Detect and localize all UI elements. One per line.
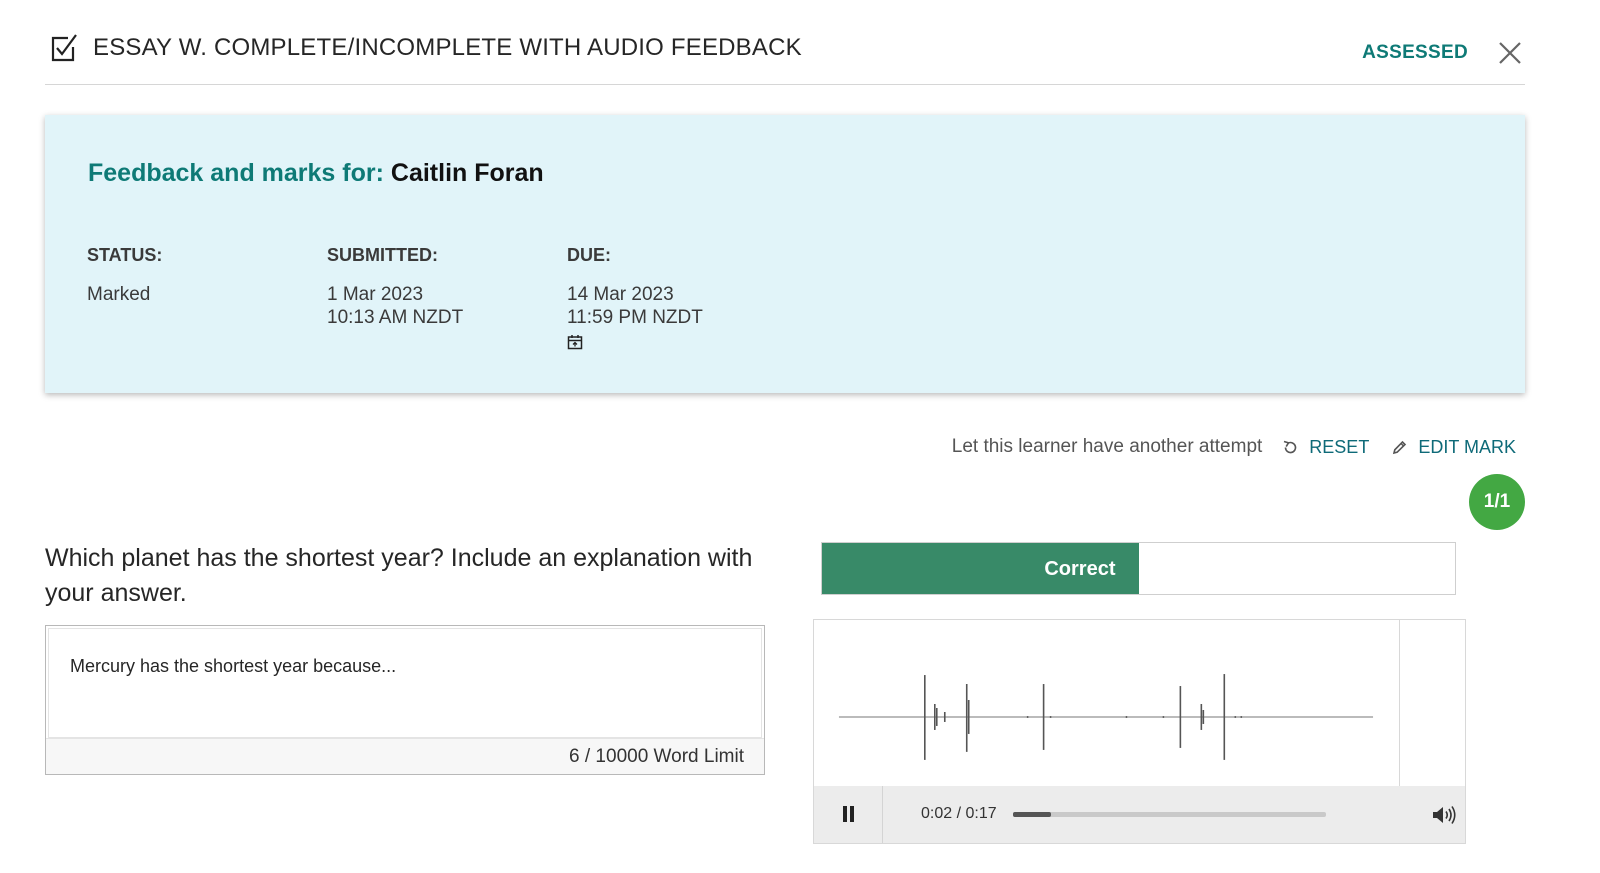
question-text: Which planet has the shortest year? Incl… <box>45 544 753 607</box>
page-title: ESSAY W. COMPLETE/INCOMPLETE WITH AUDIO … <box>93 34 802 61</box>
feedback-card: Feedback and marks for: Caitlin Foran ST… <box>45 115 1525 393</box>
learner-name: Caitlin Foran <box>390 159 544 187</box>
answer-box: Mercury has the shortest year because...… <box>45 625 765 775</box>
assessment-status: ASSESSED <box>1362 42 1468 63</box>
result-bar: Correct <box>821 542 1456 595</box>
audio-feedback-player: 0:02 / 0:17 <box>813 619 1466 844</box>
status-value: Marked <box>87 284 151 305</box>
pause-icon-bar-left <box>843 806 847 822</box>
answer-text: Mercury has the shortest year because... <box>70 656 397 676</box>
close-icon[interactable] <box>1497 40 1523 66</box>
submitted-time: 10:13 AM NZDT <box>327 307 464 328</box>
edit-mark-button[interactable]: EDIT MARK <box>1391 437 1516 458</box>
due-time: 11:59 PM NZDT <box>567 307 703 328</box>
status-column: STATUS: Marked <box>87 245 162 306</box>
calendar-icon[interactable] <box>567 334 583 350</box>
result-bar-fill: Correct <box>822 543 1139 594</box>
submitted-column: SUBMITTED: 1 Mar 2023 10:13 AM NZDT <box>327 245 463 329</box>
audio-progress-played <box>1013 812 1051 817</box>
audio-time: 0:02 / 0:17 <box>921 805 997 822</box>
score-badge: 1/1 <box>1469 474 1525 530</box>
pencil-icon <box>1393 440 1407 454</box>
answer-text-area: Mercury has the shortest year because... <box>48 628 762 738</box>
word-count: 6 <box>569 746 580 767</box>
edit-mark-label: EDIT MARK <box>1418 436 1516 457</box>
reset-button[interactable]: RESET <box>1282 437 1369 458</box>
word-counter: 6 / 10000 Word Limit <box>46 738 764 774</box>
reset-icon <box>1284 440 1297 453</box>
marking-actions: Let this learner have another attempt RE… <box>952 436 1516 458</box>
checkbox-check-icon <box>51 34 77 62</box>
due-date: 14 Mar 2023 <box>567 284 674 305</box>
status-label: STATUS: <box>87 245 163 265</box>
due-column: DUE: 14 Mar 2023 11:59 PM NZDT <box>567 245 703 350</box>
audio-progress-slider[interactable] <box>1013 812 1326 817</box>
page-header: ESSAY W. COMPLETE/INCOMPLETE WITH AUDIO … <box>45 0 1525 85</box>
submitted-label: SUBMITTED: <box>327 245 438 265</box>
audio-waveform[interactable] <box>814 620 1400 788</box>
feedback-heading-lead: Feedback and marks for: <box>88 159 384 187</box>
word-limit: / 10000 Word Limit <box>584 746 744 767</box>
pause-icon-bar-right <box>850 806 854 822</box>
submitted-date: 1 Mar 2023 <box>327 284 424 305</box>
due-label: DUE: <box>567 245 611 265</box>
pause-button[interactable] <box>814 786 883 843</box>
reset-label: RESET <box>1309 436 1370 457</box>
audio-controls: 0:02 / 0:17 <box>814 786 1465 843</box>
result-label: Correct <box>1044 558 1116 580</box>
volume-icon[interactable] <box>1431 804 1457 826</box>
feedback-heading: Feedback and marks for: Caitlin Foran <box>88 159 544 188</box>
another-attempt-hint: Let this learner have another attempt <box>951 436 1263 457</box>
